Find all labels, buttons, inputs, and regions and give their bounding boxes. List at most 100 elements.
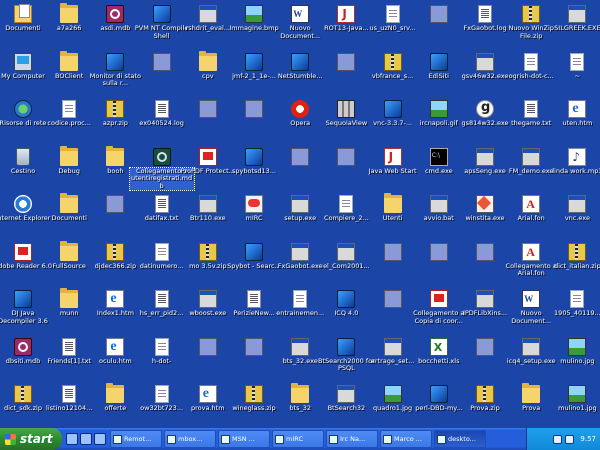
txt-icon (524, 100, 539, 118)
ie-icon (14, 195, 32, 213)
exe-icon (383, 337, 402, 356)
quick-launch (62, 433, 110, 445)
window-icon (113, 434, 122, 444)
blur-icon (152, 52, 171, 71)
img-icon (568, 337, 587, 356)
mdb-icon (14, 337, 32, 356)
exe-icon (522, 147, 541, 166)
zip-icon (14, 385, 32, 403)
folder-icon (60, 240, 79, 261)
taskbar-button[interactable]: Remot... (110, 430, 162, 448)
hl-icon (476, 195, 494, 213)
file-icon (570, 290, 585, 308)
app-icon (291, 52, 310, 71)
exe-icon (291, 242, 310, 261)
app-icon (245, 242, 263, 261)
txt-icon (154, 195, 169, 213)
window-icon (221, 434, 230, 444)
tray-volume-icon[interactable] (565, 434, 575, 444)
folder-icon (198, 50, 217, 71)
trash-icon (16, 147, 30, 166)
folder-icon (383, 193, 402, 213)
taskbar-button[interactable]: mIRC (272, 430, 324, 448)
web-icon (198, 385, 217, 403)
exe-icon (522, 337, 541, 356)
mdb-icon (106, 5, 125, 23)
desktop-icon[interactable]: SILGREEK.EXE (545, 3, 600, 49)
mdb-icon (152, 147, 171, 166)
web-icon (106, 290, 125, 308)
net-icon (14, 100, 32, 118)
exe-icon (291, 337, 310, 356)
blur-icon (337, 52, 356, 71)
quick-launch-folder-icon[interactable] (94, 433, 106, 445)
desktop-icon[interactable]: mulino.jpg (545, 336, 600, 382)
file-icon (293, 290, 308, 308)
file-icon (154, 242, 169, 261)
taskbar-button[interactable]: Marco ... (380, 430, 432, 448)
taskbar-button-label: mbox... (178, 435, 203, 443)
font-icon (522, 195, 541, 213)
folder-icon (60, 193, 79, 213)
gear-icon (476, 100, 494, 118)
mp3-icon (568, 147, 587, 166)
desktop-icon[interactable]: uten.htm (545, 98, 600, 144)
exe-icon (429, 195, 448, 213)
zip-icon (106, 242, 125, 261)
quick-launch-desktop-icon[interactable] (80, 433, 92, 445)
desktop-icon[interactable]: linda work.mp3 (545, 146, 600, 192)
doc-icon (291, 5, 310, 23)
java-icon (337, 5, 356, 23)
blur-icon (245, 100, 263, 118)
exe-icon (476, 147, 494, 166)
desktop-icon[interactable]: vnc.exe (545, 193, 600, 239)
app-icon (429, 52, 448, 71)
app-icon (429, 385, 448, 403)
folder-icon (291, 383, 310, 403)
seq-icon (337, 100, 356, 118)
txt-icon (62, 337, 77, 356)
tray-network-icon[interactable] (553, 434, 563, 444)
zip-icon (245, 385, 263, 403)
docs-icon (14, 4, 32, 23)
blur-icon (291, 147, 310, 166)
system-tray: 9.57 (526, 428, 600, 450)
file-icon (385, 5, 400, 23)
quick-launch-ie-icon[interactable] (66, 433, 78, 445)
taskbar-button[interactable]: Irc Na... (326, 430, 378, 448)
web-icon (568, 100, 587, 118)
txt-icon (154, 100, 169, 118)
folder-icon (60, 288, 79, 308)
desktop-icon[interactable]: dict_italian.zip (545, 241, 600, 287)
start-button[interactable]: start (0, 428, 62, 450)
desktop-icon[interactable]: ~ (545, 51, 600, 97)
pdf-icon (429, 290, 448, 308)
blur-icon (337, 147, 356, 166)
desktop-icon[interactable]: mulino1.jpg (545, 383, 600, 428)
exe-icon (291, 195, 310, 213)
desktop-icon-label: dict_italian.zip (554, 262, 600, 270)
desktop: Documenti My Computer Risorse di rete Cesti… (0, 0, 600, 428)
blur-icon (429, 242, 448, 261)
taskbar-button-label: deskto... (448, 435, 476, 443)
zip-icon (568, 242, 587, 261)
zip-icon (106, 100, 125, 118)
desktop-icon-label: uten.htm (562, 120, 593, 127)
file-icon (339, 195, 354, 213)
pdf-icon (14, 242, 32, 261)
exe-icon (337, 385, 356, 403)
windows-flag-icon (5, 433, 16, 445)
taskbar-button[interactable]: mbox... (164, 430, 216, 448)
clock[interactable]: 9.57 (580, 435, 596, 443)
taskbar-button-label: MSN ... (232, 435, 255, 443)
cmd-icon (429, 147, 448, 166)
pdf-icon (198, 147, 217, 166)
window-icon (437, 434, 446, 444)
zip-icon (198, 242, 217, 261)
java-icon (383, 147, 402, 166)
taskbar-button[interactable]: deskto... (434, 430, 486, 448)
taskbar-button[interactable]: MSN ... (218, 430, 270, 448)
desktop-icon[interactable]: 1905_40119... (545, 288, 600, 334)
txt-icon (62, 385, 77, 403)
exe-icon (568, 195, 587, 213)
